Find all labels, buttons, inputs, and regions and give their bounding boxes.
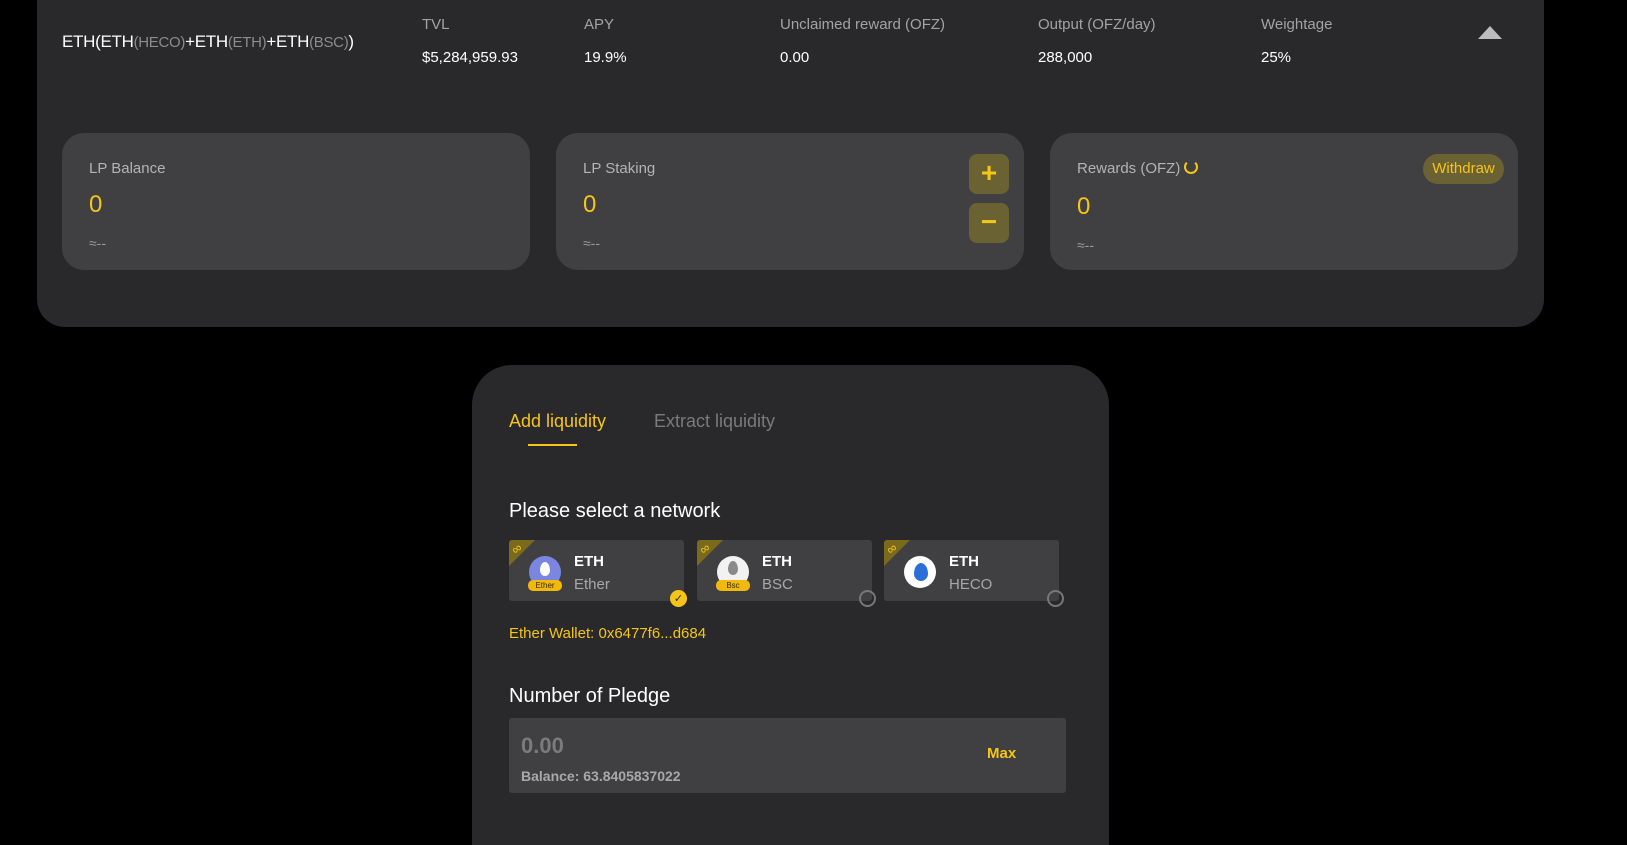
stake-minus-button[interactable]: − xyxy=(969,203,1009,243)
tab-underline xyxy=(528,444,577,446)
stat-output: Output (OFZ/day) 288,000 xyxy=(1038,16,1156,66)
liquidity-panel: Add liquidity Extract liquidity Please s… xyxy=(472,365,1109,845)
network-card-heco[interactable]: ∞ ETH HECO xyxy=(884,540,1059,601)
pool-name-part: ETH(ETH xyxy=(62,32,134,51)
rewards-value: 0 xyxy=(1077,193,1091,220)
lp-staking-box: LP Staking 0 ≈-- + − xyxy=(556,133,1024,270)
max-button[interactable]: Max xyxy=(987,745,1016,762)
tab-add-liquidity[interactable]: Add liquidity xyxy=(509,411,606,432)
radio-ether-checked[interactable]: ✓ xyxy=(670,590,687,607)
network-sub: Ether xyxy=(574,576,610,593)
stat-label: APY xyxy=(584,16,615,33)
pledge-title: Number of Pledge xyxy=(509,685,671,707)
pledge-box: Balance: 63.8405837022 Max xyxy=(509,718,1066,793)
stat-value: 288,000 xyxy=(1038,49,1093,66)
network-name: ETH xyxy=(574,553,604,570)
withdraw-button[interactable]: Withdraw xyxy=(1423,154,1504,184)
pool-name-sub: (HECO) xyxy=(133,34,186,51)
pool-name: ETH(ETH(HECO)+ETH(ETH)+ETH(BSC)) xyxy=(62,32,354,52)
lp-staking-label: LP Staking xyxy=(583,160,656,177)
lp-balance-box: LP Balance 0 ≈-- xyxy=(62,133,530,270)
lp-balance-approx: ≈-- xyxy=(89,235,107,251)
collapse-arrow-icon[interactable] xyxy=(1478,26,1502,39)
wallet-address: Ether Wallet: 0x6477f6...d684 xyxy=(509,625,707,642)
radio-bsc[interactable] xyxy=(859,590,876,607)
network-card-ether[interactable]: ∞ Ether ETH Ether xyxy=(509,540,684,601)
ether-drop-icon xyxy=(540,562,550,576)
network-name: ETH xyxy=(949,553,979,570)
lp-balance-value: 0 xyxy=(89,191,103,218)
pledge-input[interactable] xyxy=(521,732,921,760)
network-card-bsc[interactable]: ∞ Bsc ETH BSC xyxy=(697,540,872,601)
heco-drop-icon xyxy=(914,563,928,581)
lp-balance-label: LP Balance xyxy=(89,160,166,177)
network-sub: BSC xyxy=(762,576,793,593)
rewards-box: Rewards (OFZ) 0 ≈-- Withdraw xyxy=(1050,133,1518,270)
bsc-drop-icon xyxy=(728,561,738,575)
radio-heco[interactable] xyxy=(1047,590,1064,607)
lp-staking-value: 0 xyxy=(583,191,597,218)
pool-name-sub: (ETH) xyxy=(227,34,267,51)
balance-text: Balance: 63.8405837022 xyxy=(521,768,681,784)
network-name: ETH xyxy=(762,553,792,570)
stat-weightage: Weightage 25% xyxy=(1261,16,1332,66)
stat-unclaimed: Unclaimed reward (OFZ) 0.00 xyxy=(780,16,945,66)
stat-label: TVL xyxy=(422,16,450,33)
rewards-approx: ≈-- xyxy=(1077,237,1095,253)
lp-staking-approx: ≈-- xyxy=(583,235,601,251)
stat-value: $5,284,959.93 xyxy=(422,49,518,66)
rewards-label-row: Rewards (OFZ) xyxy=(1077,160,1199,177)
pool-name-part: +ETH xyxy=(185,32,228,51)
pool-name-part: +ETH xyxy=(266,32,310,51)
stat-value: 19.9% xyxy=(584,49,627,66)
stat-label: Weightage xyxy=(1261,16,1333,33)
stat-value: 25% xyxy=(1261,49,1292,66)
stat-value: 0.00 xyxy=(780,49,810,66)
stat-tvl: TVL $5,284,959.93 xyxy=(422,16,518,66)
refresh-icon[interactable] xyxy=(1184,160,1199,174)
rewards-label: Rewards (OFZ) xyxy=(1077,160,1181,177)
stat-label: Output (OFZ/day) xyxy=(1038,16,1156,33)
stake-plus-button[interactable]: + xyxy=(969,154,1009,194)
network-title: Please select a network xyxy=(509,500,721,522)
coin-tag: Bsc xyxy=(716,580,750,591)
tab-extract-liquidity[interactable]: Extract liquidity xyxy=(654,411,775,432)
pool-card: ETH(ETH(HECO)+ETH(ETH)+ETH(BSC)) TVL $5,… xyxy=(37,0,1544,327)
stat-label: Unclaimed reward (OFZ) xyxy=(780,16,946,33)
stat-apy: APY 19.9% xyxy=(584,16,627,66)
coin-tag: Ether xyxy=(528,580,562,591)
pool-name-sub: (BSC) xyxy=(309,34,349,51)
network-sub: HECO xyxy=(949,576,993,593)
pool-name-part: ) xyxy=(348,32,354,51)
